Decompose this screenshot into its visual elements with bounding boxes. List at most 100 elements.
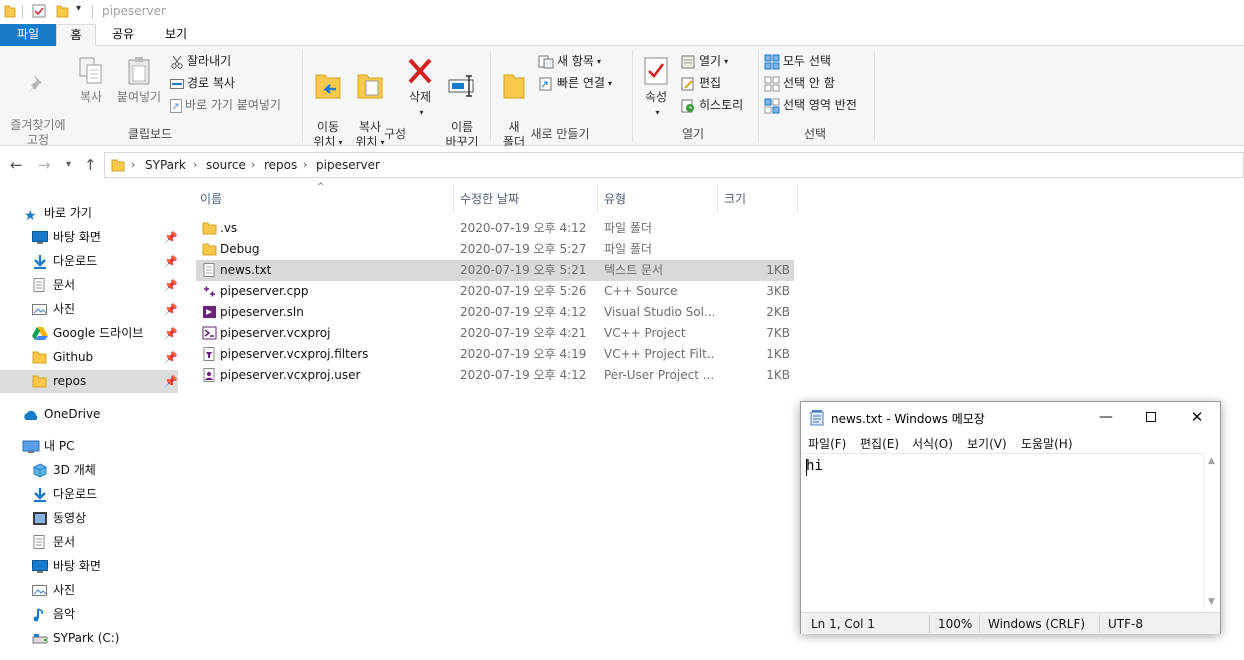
quick-access-toolbar-dropdown[interactable]: ▾ [76,3,81,14]
edit-button[interactable]: 편집 [680,74,721,94]
menu-edit[interactable]: 편집(E) [860,435,899,452]
breadcrumb-item[interactable]: source [206,158,246,172]
select-all-button[interactable]: 모두 선택 [764,52,831,72]
explorer-title-bar: ▾ pipeserver [0,0,1244,24]
column-divider [717,184,718,212]
new-folder-quick-icon[interactable] [56,4,70,18]
column-header-type[interactable]: 유형 [604,190,626,207]
nav-pc-item[interactable]: 바탕 화면 [0,555,178,578]
nav-pc-item[interactable]: SYPark (C:) [0,627,178,650]
copy-button[interactable]: 복사 [74,56,108,105]
delete-button[interactable]: 삭제 ▾ [400,56,440,120]
nav-pinned-item[interactable]: 다운로드 📌 [0,250,178,273]
pin-icon[interactable]: 📌 [164,226,178,249]
file-date: 2020-07-19 오후 4:12 [460,368,587,382]
nav-pinned-item[interactable]: Github 📌 [0,346,178,369]
paste-button[interactable]: 붙여넣기 [112,56,166,105]
easy-access-button[interactable]: 빠른 연결 ▾ [538,74,612,94]
minimize-button[interactable]: — [1086,406,1126,428]
address-bar[interactable]: › SYPark › source › repos › pipeserver [104,152,1244,178]
notepad-title-bar[interactable]: news.txt - Windows 메모장 — ✕ [801,402,1220,432]
properties-button[interactable]: 속성 ▾ [638,56,674,120]
invert-selection-icon [764,98,780,113]
pin-icon[interactable]: 📌 [164,346,178,369]
file-type: VC++ Project Filt... [604,347,714,361]
pin-icon[interactable]: 📌 [164,298,178,321]
menu-help[interactable]: 도움말(H) [1021,435,1073,452]
file-row[interactable]: pipeserver.vcxproj 2020-07-19 오후 4:21 VC++… [196,323,794,344]
back-arrow-icon[interactable]: ← [10,156,23,174]
copy-path-button[interactable]: 경로 복사 [170,74,235,94]
pin-to-quick-access-button[interactable]: 즐겨찾기에 고정 [4,56,72,148]
tab-home[interactable]: 홈 [56,24,96,47]
file-name: Debug [220,242,260,256]
maximize-icon [1146,412,1156,422]
nav-pinned-item[interactable]: 사진 📌 [0,298,178,321]
close-button[interactable]: ✕ [1177,406,1217,428]
nav-label: 문서 [53,535,76,549]
menu-file[interactable]: 파일(F) [808,435,846,452]
nav-pc-item[interactable]: 문서 [0,531,178,554]
pin-icon[interactable]: 📌 [164,322,178,345]
nav-pc-item[interactable]: 다운로드 [0,483,178,506]
tab-view[interactable]: 보기 [152,24,200,46]
tab-file[interactable]: 파일 [0,24,56,46]
file-row[interactable]: pipeserver.vcxproj.user 2020-07-19 오후 4:1… [196,365,794,386]
notepad-text-area[interactable]: hi [803,453,1203,610]
invert-selection-button[interactable]: 선택 영역 반전 [764,96,857,116]
breadcrumb-item[interactable]: SYPark [145,158,186,172]
file-date: 2020-07-19 오후 5:26 [460,284,587,298]
notepad-window: news.txt - Windows 메모장 — ✕ 파일(F) 편집(E) 서… [800,401,1221,634]
menu-view[interactable]: 보기(V) [967,435,1007,452]
nav-pinned-item[interactable]: Google 드라이브 📌 [0,322,178,345]
column-header-name[interactable]: 이름 [200,190,222,207]
tab-share[interactable]: 공유 [100,24,146,46]
menu-format[interactable]: 서식(O) [912,435,953,452]
recent-locations-chevron-icon[interactable]: ▾ [66,159,71,170]
nav-pinned-item[interactable]: 문서 📌 [0,274,178,297]
column-header-date[interactable]: 수정한 날짜 [460,190,519,207]
nav-pc-item[interactable]: 동영상 [0,507,178,530]
breadcrumb-item[interactable]: pipeserver [316,158,380,172]
nav-onedrive[interactable]: OneDrive [0,403,178,426]
file-row[interactable]: pipeserver.cpp 2020-07-19 오후 5:26 C++ Sour… [196,281,794,302]
cut-button[interactable]: 잘라내기 [170,52,231,72]
file-row[interactable]: news.txt 2020-07-19 오후 5:21 텍스트 문서 1KB [196,260,794,281]
nav-pc-item[interactable]: 음악 [0,603,178,626]
nav-pc-item[interactable]: 사진 [0,579,178,602]
pin-icon[interactable]: 📌 [164,250,178,273]
file-row[interactable]: pipeserver.vcxproj.filters 2020-07-19 오후 … [196,344,794,365]
file-row[interactable]: pipeserver.sln 2020-07-19 오후 4:12 Visual S… [196,302,794,323]
up-arrow-icon[interactable]: ↑ [84,156,97,174]
open-button[interactable]: 열기 ▾ [680,52,728,72]
new-item-button[interactable]: 새 항목 ▾ [538,52,601,72]
forward-arrow-icon[interactable]: → [38,156,51,174]
file-row[interactable]: .vs 2020-07-19 오후 4:12 파일 폴더 [196,218,794,239]
rename-button[interactable]: 이름 바꾸기 [440,56,484,150]
properties-quick-icon[interactable] [32,4,46,18]
nav-label: Github [53,350,94,364]
vertical-scrollbar[interactable]: ▲ ▼ [1203,453,1220,610]
nav-pc-item[interactable]: 3D 개체 [0,459,178,482]
pin-icon[interactable]: 📌 [164,370,178,393]
nav-pinned-item[interactable]: 바탕 화면 📌 [0,226,178,249]
history-button[interactable]: 히스토리 [680,96,743,116]
file-row[interactable]: Debug 2020-07-19 오후 5:27 파일 폴더 [196,239,794,260]
maximize-button[interactable] [1131,406,1171,428]
paste-shortcut-button[interactable]: 바로 가기 붙여넣기 [170,96,281,116]
nav-this-pc[interactable]: 내 PC [0,435,178,458]
nav-quick-access[interactable]: ★ 바로 가기 [0,202,178,225]
move-to-button[interactable]: 이동 위치 ▾ [308,56,348,150]
group-label-new: 새로 만들기 [530,127,590,141]
copy-icon [79,57,102,84]
breadcrumb-item[interactable]: repos [264,158,297,172]
scroll-up-icon[interactable]: ▲ [1208,456,1215,466]
select-none-button[interactable]: 선택 안 함 [764,74,835,94]
scroll-down-icon[interactable]: ▼ [1208,597,1215,607]
column-header-size[interactable]: 크기 [724,190,746,207]
file-name: pipeserver.cpp [220,284,309,298]
nav-pinned-item[interactable]: repos 📌 [0,370,178,393]
select-all-icon [764,54,780,69]
pin-icon[interactable]: 📌 [164,274,178,297]
nav-label: 바탕 화면 [53,230,101,244]
